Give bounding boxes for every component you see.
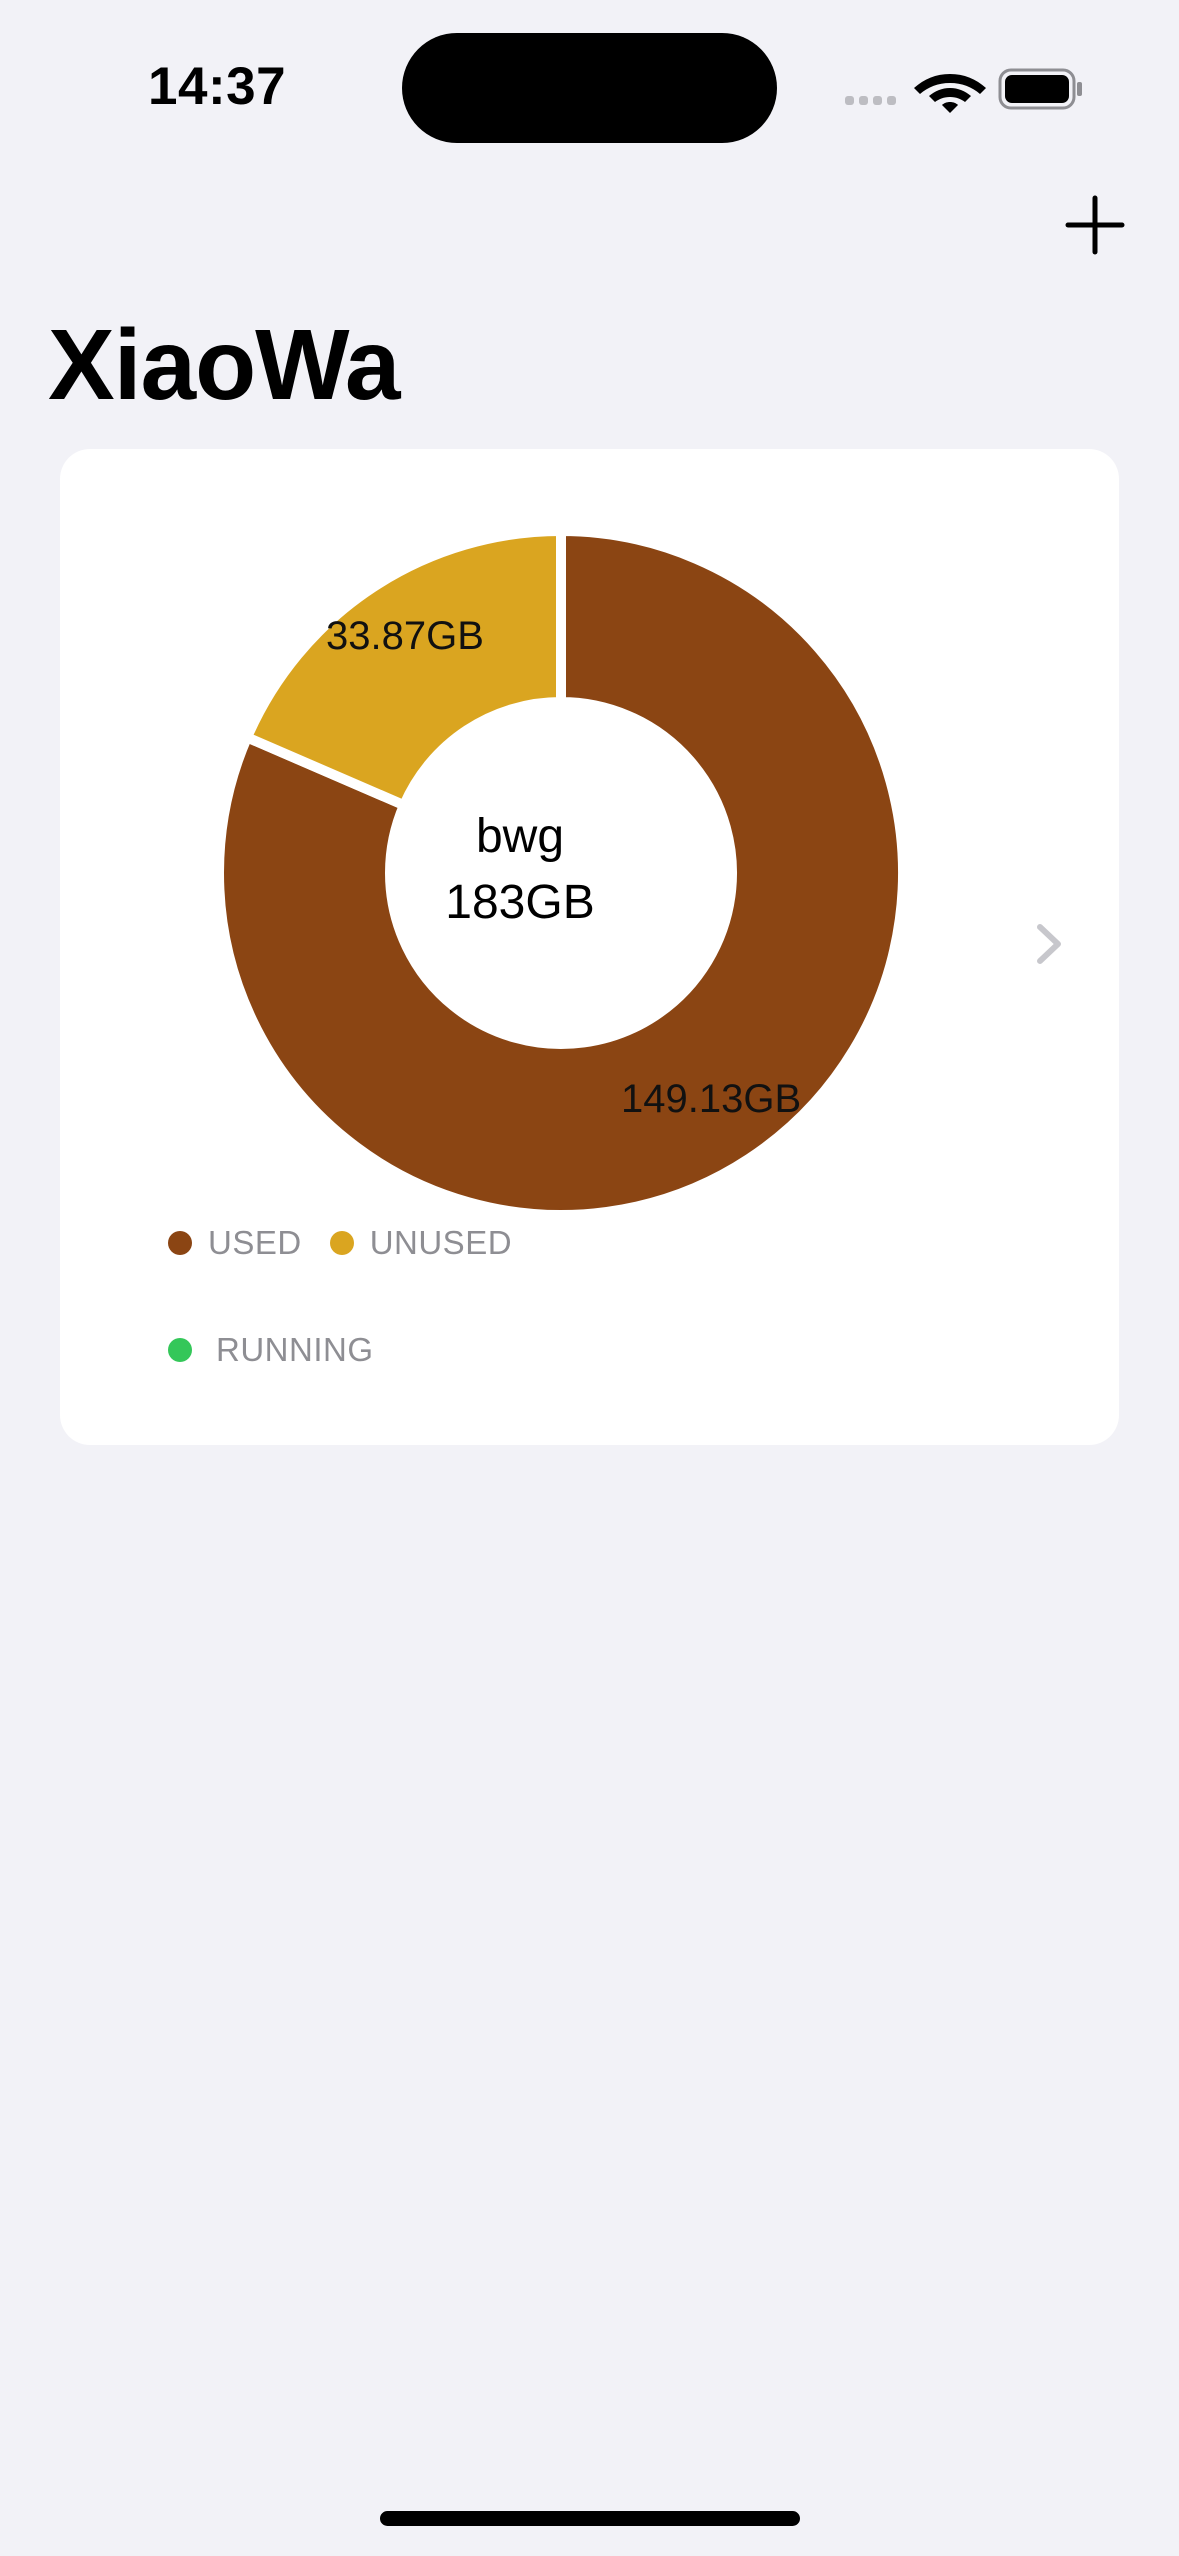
home-indicator	[380, 2511, 800, 2526]
status-time: 14:37	[148, 57, 287, 116]
battery-icon	[998, 68, 1082, 110]
server-total-disk: 183GB	[445, 876, 595, 929]
used-legend-dot	[168, 1231, 192, 1255]
unused-legend-label: UNUSED	[369, 1224, 513, 1261]
running-status-label: RUNNING	[216, 1331, 374, 1368]
wifi-icon	[914, 74, 986, 113]
donut-center-label: bwg 183GB	[400, 804, 640, 936]
running-status-dot	[168, 1338, 192, 1362]
unused-legend-dot	[329, 1231, 354, 1255]
status-indicators	[840, 60, 1090, 120]
disk-usage-donut-chart	[214, 525, 908, 1220]
server-name: bwg	[475, 810, 565, 863]
server-card[interactable]: bwg 183GB 33.87GB 149.13GB USED UNUSED R…	[60, 449, 1119, 1445]
used-slice-label: 149.13GB	[621, 1077, 802, 1121]
legend-row-1: USED UNUSED	[168, 1224, 512, 1262]
status-row: RUNNING	[168, 1331, 374, 1369]
used-legend-label: USED	[208, 1224, 302, 1261]
add-server-button[interactable]	[1060, 190, 1130, 260]
signal-icon	[845, 96, 896, 105]
page-title: XiaoWa	[48, 309, 400, 421]
dynamic-island	[402, 33, 777, 143]
unused-slice-label: 33.87GB	[326, 614, 484, 658]
plus-icon	[1065, 195, 1125, 255]
chevron-right-icon	[1037, 924, 1061, 964]
